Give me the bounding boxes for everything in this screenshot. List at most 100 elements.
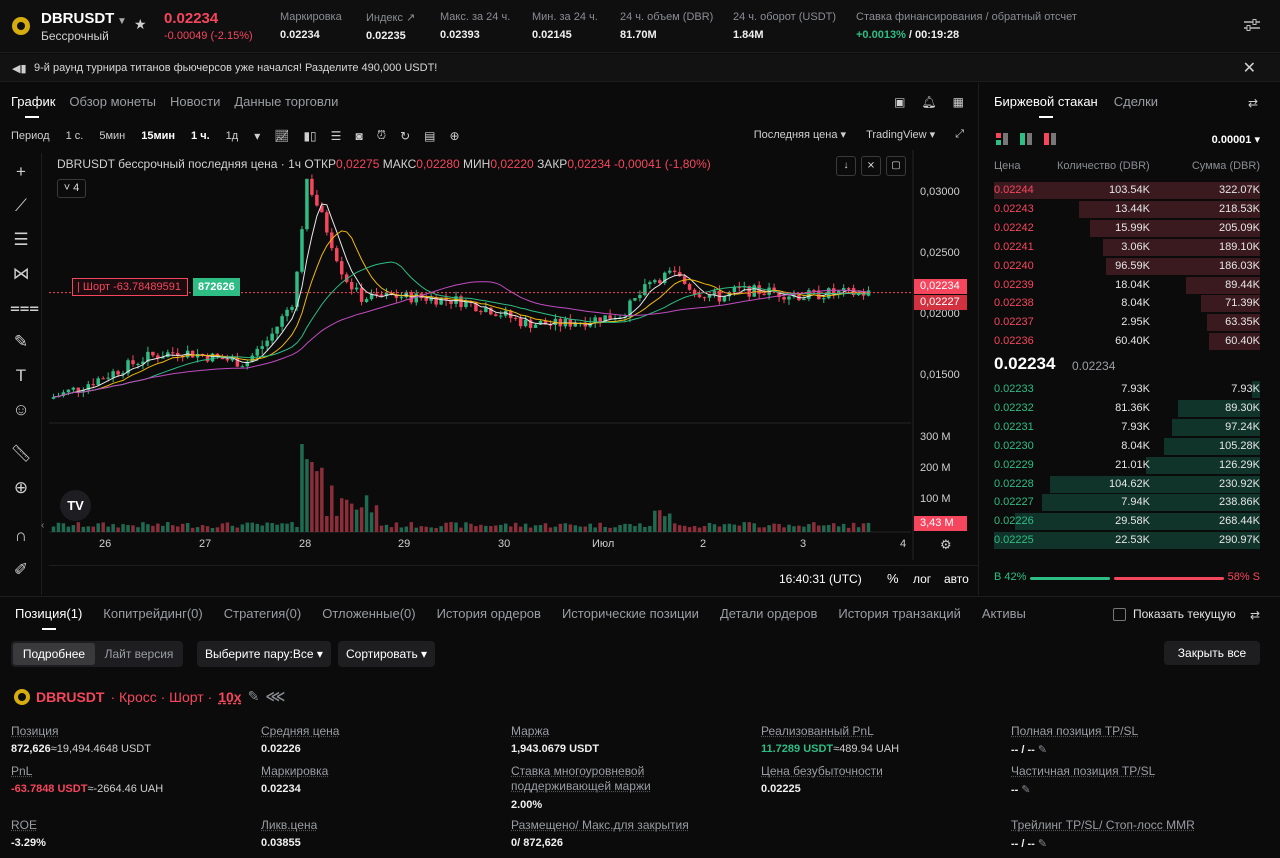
interval-5m[interactable]: 5мин [99,130,125,142]
pair-select[interactable]: Выберите пару:Все ▾ [197,641,331,667]
lite-view-button[interactable]: Лайт версия [97,643,181,665]
layout-icon[interactable]: ▦ [953,95,964,109]
tradingview-logo[interactable]: TV [60,490,91,521]
settings-sliders-icon[interactable]: ⇄ [1250,608,1260,622]
lock-drawing-icon[interactable]: ✐ [10,559,32,581]
tab-positions[interactable]: Позиция(1) [15,606,82,630]
fullscreen-icon[interactable]: ⤢ [955,128,964,141]
chevron-down-icon[interactable]: ▾ [254,129,260,143]
ask-row[interactable]: 0.02242 15.99K 205.09K [980,219,1280,238]
refresh-icon[interactable]: ↻ [400,129,410,143]
tab-news[interactable]: Новости [170,94,220,109]
settings-sliders-icon[interactable] [1244,18,1260,32]
tab-coin-overview[interactable]: Обзор монеты [69,94,156,109]
bid-row[interactable]: 0.02229 21.01K 126.29K [980,456,1280,475]
interval-15m[interactable]: 15мин [141,130,175,142]
interval-1h[interactable]: 1 ч. [191,130,210,142]
bid-row[interactable]: 0.02226 29.58K 268.44K [980,512,1280,531]
ask-row[interactable]: 0.02243 13.44K 218.53K [980,200,1280,219]
bell-icon[interactable]: 🔔︎ [921,95,936,109]
view-select[interactable]: TradingView ▾ [866,128,935,141]
close-icon[interactable]: ✕ [1243,58,1256,78]
horizontal-lines-icon[interactable]: ☰ [10,229,32,251]
interval-1d[interactable]: 1д [226,130,239,142]
camera-icon[interactable]: ◙ [355,129,362,143]
tab-chart[interactable]: График [11,94,55,118]
maximize-icon[interactable]: ▢ [886,156,906,176]
price-chart[interactable] [49,150,915,560]
auto-scale-toggle[interactable]: авто [944,572,969,586]
star-icon[interactable]: ★ [134,16,147,33]
show-current-toggle[interactable]: Показать текущую [1113,607,1236,621]
short-position-label[interactable]: | Шорт -63.78489591 [72,278,188,296]
tab-strategy[interactable]: Стратегия(0) [224,606,302,621]
position-leverage[interactable]: 10x [218,689,241,705]
text-icon[interactable]: T [10,365,32,387]
bids-only-icon[interactable] [1020,133,1032,145]
bid-row[interactable]: 0.02231 7.93K 97.24K [980,418,1280,437]
price-type-select[interactable]: Последняя цена ▾ [754,128,846,141]
chevron-left-icon[interactable]: ‹ [41,520,44,531]
collapse-icon[interactable]: ⨯ [861,156,881,176]
ask-row[interactable]: 0.02236 60.40K 60.40K [980,332,1280,351]
tab-trades[interactable]: Сделки [1114,94,1158,109]
magnet-icon[interactable]: ∩ [10,525,32,547]
position-symbol[interactable]: DBRUSDT [36,689,104,705]
edit-icon[interactable]: ✎ [1038,838,1047,850]
tab-orderbook[interactable]: Биржевой стакан [994,94,1098,118]
emoji-icon[interactable]: ☺ [10,399,32,421]
asks-only-icon[interactable] [1044,133,1056,145]
tab-trading-data[interactable]: Данные торговли [234,94,338,109]
bid-row[interactable]: 0.02227 7.94K 238.86K [980,493,1280,512]
detailed-view-button[interactable]: Подробнее [13,643,95,665]
zoom-icon[interactable]: ⊕ [10,477,32,499]
tab-order-details[interactable]: Детали ордеров [720,606,817,621]
tab-assets[interactable]: Активы [982,606,1026,621]
alarm-icon[interactable]: ⏰︎ [377,128,386,143]
gear-icon[interactable]: ⚙ [940,537,952,553]
edit-icon[interactable]: ✎ [1021,784,1030,796]
ruler-icon[interactable]: 📏︎ [10,443,32,465]
edit-icon[interactable]: ✎ [248,688,260,705]
both-sides-icon[interactable] [996,133,1008,145]
template-icon[interactable]: ☰ [331,129,342,143]
tab-copytrading[interactable]: Копитрейдинг(0) [103,606,202,621]
bid-row[interactable]: 0.02228 104.62K 230.92K [980,475,1280,494]
bid-row[interactable]: 0.02233 7.93K 7.93K [980,380,1280,399]
brush-icon[interactable]: ✎ [10,331,32,353]
bid-row[interactable]: 0.02225 22.53K 290.97K [980,531,1280,550]
ask-row[interactable]: 0.02238 8.04K 71.39K [980,294,1280,313]
percent-scale-toggle[interactable]: % [887,571,899,586]
calendar-icon[interactable]: ▤ [424,129,435,143]
log-scale-toggle[interactable]: лог [913,572,931,586]
edit-icon[interactable]: ✎ [1038,744,1047,756]
ask-row[interactable]: 0.02239 18.04K 89.44K [980,276,1280,295]
utc-clock[interactable]: 16:40:31 (UTC) [779,572,862,586]
tick-size-select[interactable]: 0.00001 ▾ [1212,133,1260,146]
ask-row[interactable]: 0.02244 103.54K 322.07K [980,181,1280,200]
tab-transaction-history[interactable]: История транзакций [838,606,960,621]
tab-order-history[interactable]: История ордеров [437,606,541,621]
candle-type-icon[interactable]: ▮▯ [303,129,316,143]
short-position-qty[interactable]: 872626 [193,278,240,296]
add-icon[interactable]: ⊕ [449,129,459,143]
crosshair-icon[interactable]: + [10,161,32,183]
bid-row[interactable]: 0.02232 81.36K 89.30K [980,399,1280,418]
tab-historical-positions[interactable]: Исторические позиции [562,606,699,621]
ask-row[interactable]: 0.02241 3.06K 189.10K [980,238,1280,257]
sort-select[interactable]: Сортировать ▾ [338,641,436,667]
close-all-button[interactable]: Закрыть все [1164,641,1260,665]
settings-sliders-icon[interactable]: ⇄ [1248,96,1258,110]
indicators-icon[interactable]: 📈︎ [274,129,289,143]
arrow-down-icon[interactable]: ↓ [836,156,856,176]
trendline-icon[interactable]: ⟋ [10,195,32,217]
checkbox[interactable] [1113,607,1126,621]
announcement-text[interactable]: 9-й раунд турнира титанов фьючерсов уже … [34,62,437,74]
symbol-name[interactable]: DBRUSDT [41,10,114,27]
tab-pending[interactable]: Отложенные(0) [322,606,415,621]
pattern-icon[interactable]: ⋈ [10,263,32,285]
chevron-down-icon[interactable]: ▼ [117,16,127,27]
bid-row[interactable]: 0.02230 8.04K 105.28K [980,437,1280,456]
ask-row[interactable]: 0.02240 96.59K 186.03K [980,257,1280,276]
calculator-icon[interactable]: ▣ [894,95,905,109]
